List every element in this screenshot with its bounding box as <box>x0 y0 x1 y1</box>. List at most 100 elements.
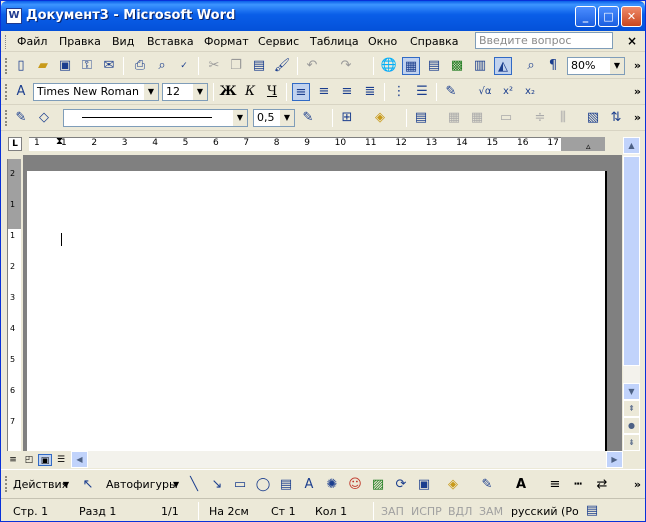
line-icon[interactable]: ╲ <box>185 476 203 494</box>
menu-table[interactable]: Таблица <box>310 35 359 48</box>
print-icon[interactable]: ⎙ <box>131 57 149 75</box>
redo-icon[interactable]: ↷ <box>337 57 355 75</box>
line-style-select[interactable]: ▼ <box>63 109 248 127</box>
dash-style-icon[interactable]: ┅ <box>569 476 587 494</box>
chevron-down-icon[interactable]: ▼ <box>193 84 207 100</box>
menu-tools[interactable]: Сервис <box>258 35 299 48</box>
normal-view-icon[interactable]: ≡ <box>6 454 20 466</box>
justify-icon[interactable]: ≣ <box>361 83 379 101</box>
status-overtype[interactable]: ЗАМ <box>479 505 503 518</box>
font-name-select[interactable]: Times New Roman ▼ <box>33 83 159 101</box>
spelling-status-icon[interactable]: ▤ <box>583 502 601 520</box>
email-icon[interactable]: ✉ <box>100 57 118 75</box>
print-preview-icon[interactable]: ⌕ <box>153 57 171 75</box>
chevron-down-icon[interactable]: ▼ <box>144 84 158 100</box>
undo-icon[interactable]: ↶ <box>303 57 321 75</box>
menu-grip[interactable] <box>5 35 8 49</box>
columns-icon[interactable]: ▥ <box>471 57 489 75</box>
hyperlink-icon[interactable]: 🌐 <box>380 57 398 75</box>
rectangle-icon[interactable]: ▭ <box>231 476 249 494</box>
fill-color-icon[interactable]: ◈ <box>444 476 462 494</box>
arrow-icon[interactable]: ↘ <box>208 476 226 494</box>
minimize-button[interactable]: _ <box>575 6 596 27</box>
chevron-down-icon[interactable]: ▼ <box>280 110 294 126</box>
align-center-icon[interactable]: ≡ <box>315 83 333 101</box>
new-document-icon[interactable]: ▯ <box>12 57 30 75</box>
superscript-button[interactable]: x² <box>499 83 517 101</box>
shading-color-icon[interactable]: ◈ <box>371 109 389 127</box>
clipart-icon[interactable]: ☺ <box>346 476 364 494</box>
font-size-select[interactable]: 12 ▼ <box>162 83 208 101</box>
toolbar-grip[interactable] <box>5 110 8 126</box>
document-page[interactable] <box>27 171 607 455</box>
picture-icon[interactable]: ▨ <box>369 476 387 494</box>
show-hide-icon[interactable]: ¶ <box>544 57 562 75</box>
document-map-icon[interactable]: ⌕ <box>522 57 540 75</box>
autoshapes-menu[interactable]: Автофигуры <box>106 478 178 491</box>
chevron-down-icon[interactable]: ▼ <box>233 110 247 126</box>
toolbar-grip[interactable] <box>5 476 8 492</box>
scroll-thumb[interactable] <box>623 156 640 366</box>
chevron-down-icon[interactable]: ▼ <box>610 58 624 74</box>
select-objects-icon[interactable]: ↖ <box>79 476 97 494</box>
status-track-changes[interactable]: ИСПР <box>411 505 442 518</box>
close-button[interactable]: ✕ <box>621 6 642 27</box>
autoformat-icon[interactable]: ▧ <box>584 109 602 127</box>
next-page-icon[interactable]: ⇟ <box>623 434 640 451</box>
menu-edit[interactable]: Правка <box>59 35 101 48</box>
insert-excel-icon[interactable]: ▩ <box>448 57 466 75</box>
toolbar-options-icon[interactable]: » <box>634 85 641 98</box>
chevron-down-icon[interactable]: ▼ <box>63 480 69 489</box>
chevron-down-icon[interactable]: ▼ <box>173 480 179 489</box>
menu-format[interactable]: Формат <box>204 35 249 48</box>
insert-table-icon[interactable]: ▤ <box>412 109 430 127</box>
line-color-icon[interactable]: ✎ <box>478 476 496 494</box>
font-color-icon[interactable]: A <box>512 476 530 494</box>
drawing-icon[interactable]: ◭ <box>494 57 512 75</box>
highlight-icon[interactable]: ✎ <box>442 83 460 101</box>
toolbar-grip[interactable] <box>5 58 8 74</box>
bold-button[interactable]: Ж <box>219 83 237 101</box>
outside-border-icon[interactable]: ⊞ <box>338 109 356 127</box>
vertical-scrollbar[interactable]: ▲ ▼ ⇞ ● ⇟ <box>623 137 640 451</box>
ask-question-input[interactable]: Введите вопрос <box>475 32 613 49</box>
align-right-icon[interactable]: ≡ <box>338 83 356 101</box>
toolbar-options-icon[interactable]: » <box>634 111 641 124</box>
bullets-icon[interactable]: ☰ <box>413 83 431 101</box>
right-indent-marker-icon[interactable]: ▵ <box>586 142 591 152</box>
scroll-down-icon[interactable]: ▼ <box>623 383 640 400</box>
insert-table-icon[interactable]: ▤ <box>425 57 443 75</box>
wordart-icon[interactable]: A <box>300 476 318 494</box>
horizontal-scrollbar[interactable]: ◀ ▶ <box>71 451 623 468</box>
border-color-icon[interactable]: ✎ <box>299 109 317 127</box>
prev-page-icon[interactable]: ⇞ <box>623 400 640 417</box>
toolbar-options-icon[interactable]: » <box>634 478 641 491</box>
print-layout-icon[interactable]: ▣ <box>38 454 52 466</box>
word-app-icon[interactable]: W <box>6 8 22 24</box>
distribute-columns-icon[interactable]: ⫼ <box>554 109 572 127</box>
textbox-icon[interactable]: ▤ <box>277 476 295 494</box>
scroll-right-icon[interactable]: ▶ <box>606 451 623 468</box>
styles-icon[interactable]: A <box>12 83 30 101</box>
subscript-button[interactable]: x₂ <box>521 83 539 101</box>
line-style-icon[interactable]: ≡ <box>546 476 564 494</box>
paste-icon[interactable]: ▤ <box>250 57 268 75</box>
status-extend[interactable]: ВДЛ <box>448 505 472 518</box>
split-cells-icon[interactable]: ▦ <box>468 109 486 127</box>
line-weight-select[interactable]: 0,5 ▼ <box>253 109 295 127</box>
menu-view[interactable]: Вид <box>112 35 134 48</box>
italic-button[interactable]: К <box>241 83 259 101</box>
draw-table-icon[interactable]: ✎ <box>12 109 30 127</box>
open-folder-icon[interactable]: ▰ <box>34 57 52 75</box>
menu-window[interactable]: Окно <box>368 35 397 48</box>
doc-close-icon[interactable]: × <box>627 34 637 48</box>
align-left-icon[interactable]: ≡ <box>292 83 310 101</box>
outline-view-icon[interactable]: ☰ <box>54 454 68 466</box>
formula-icon[interactable]: √α <box>476 83 494 101</box>
distribute-rows-icon[interactable]: ≑ <box>531 109 549 127</box>
cut-icon[interactable]: ✂ <box>205 57 223 75</box>
tab-selector[interactable]: L <box>8 137 22 151</box>
save-icon[interactable]: ▣ <box>56 57 74 75</box>
eraser-icon[interactable]: ◇ <box>35 109 53 127</box>
merge-cells-icon[interactable]: ▦ <box>445 109 463 127</box>
